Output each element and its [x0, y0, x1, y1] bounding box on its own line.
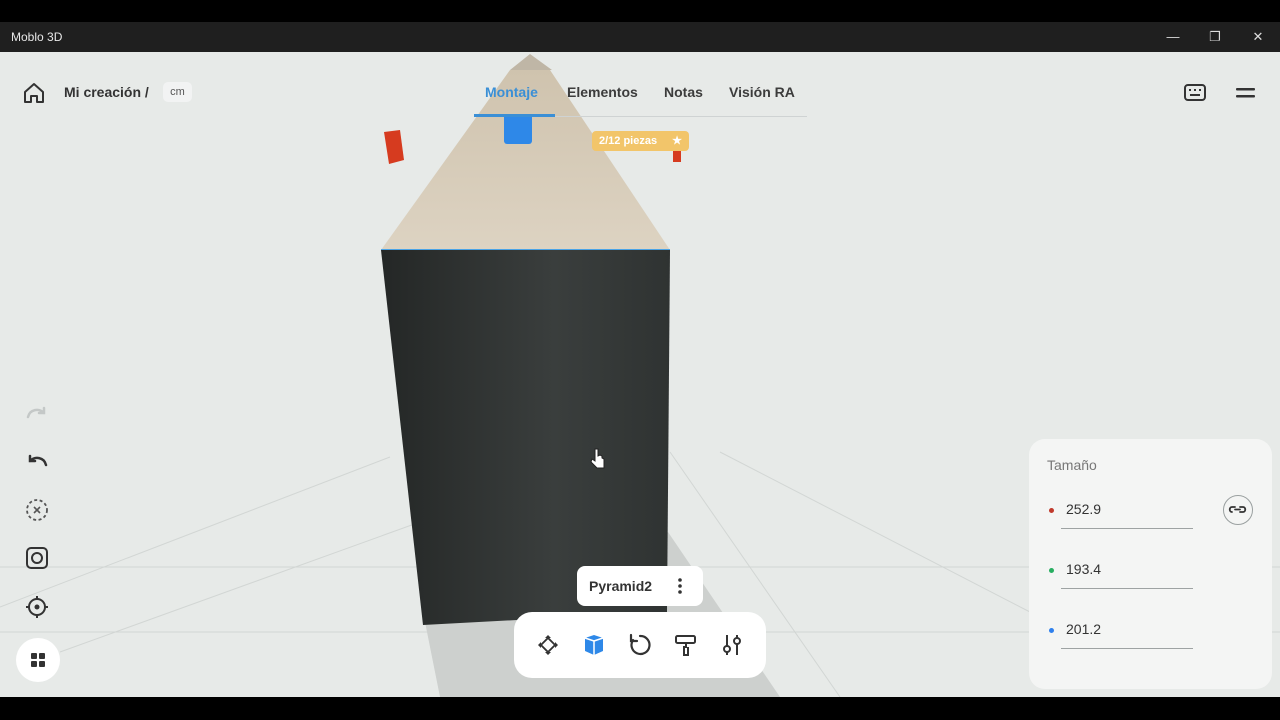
- tab-elementos[interactable]: Elementos: [567, 84, 638, 100]
- rotate-icon: [629, 633, 651, 656]
- menu-button[interactable]: [1235, 84, 1257, 107]
- object-name: Pyramid2: [589, 578, 653, 594]
- selected-object-label[interactable]: Pyramid2: [577, 566, 703, 606]
- cube-color-icon: [584, 635, 604, 655]
- redo-button[interactable]: [24, 400, 50, 426]
- restore-icon[interactable]: ❐: [1204, 28, 1226, 46]
- unit-badge[interactable]: cm: [163, 82, 192, 102]
- window-titlebar: Moblo 3D — ❐ ✕: [0, 22, 1280, 52]
- minimize-icon[interactable]: —: [1162, 28, 1184, 46]
- dimension-z-value[interactable]: 201.2: [1066, 621, 1101, 637]
- z-axis-dot: [1049, 628, 1054, 633]
- field-underline: [1061, 528, 1193, 529]
- recenter-icon: [26, 596, 48, 618]
- dimension-y-value[interactable]: 193.4: [1066, 561, 1101, 577]
- paint-button[interactable]: [673, 632, 699, 658]
- pieces-count: 2/12 piezas: [599, 135, 658, 147]
- tab-montaje[interactable]: Montaje: [485, 84, 538, 100]
- dimension-z-field[interactable]: 201.2: [1047, 614, 1195, 650]
- pieces-badge[interactable]: 2/12 piezas ★: [592, 131, 689, 151]
- dimension-x-value[interactable]: 252.9: [1066, 501, 1101, 517]
- star-icon: ★: [672, 135, 682, 147]
- link-icon: [1228, 506, 1247, 513]
- material-button[interactable]: [581, 632, 607, 658]
- redo-icon: [26, 406, 46, 419]
- move-button[interactable]: [535, 632, 561, 658]
- x-axis-dot: [1049, 508, 1054, 513]
- menu-icon: [1236, 88, 1255, 98]
- blue-part[interactable]: [504, 114, 532, 144]
- keyboard-icon: [1184, 84, 1206, 101]
- screenshot-button[interactable]: [24, 545, 50, 571]
- home-button[interactable]: [22, 81, 46, 105]
- camera-icon: [26, 547, 48, 569]
- home-icon: [24, 83, 44, 103]
- y-axis-dot: [1049, 568, 1054, 573]
- lock-proportions-button[interactable]: [1223, 495, 1253, 525]
- tab-vision-ra[interactable]: Visión RA: [729, 84, 795, 100]
- active-tab-indicator: [474, 114, 555, 117]
- move-icon: [538, 635, 558, 655]
- tab-bar: Montaje Elementos Notas Visión RA: [474, 80, 807, 117]
- field-underline: [1061, 648, 1193, 649]
- tab-notas[interactable]: Notas: [664, 84, 703, 100]
- deselect-icon: [26, 499, 48, 521]
- object-toolbar: [514, 612, 766, 678]
- catalog-button[interactable]: [16, 638, 60, 682]
- top-tip: [510, 54, 552, 70]
- dimension-y-field[interactable]: 193.4: [1047, 554, 1195, 590]
- dimension-x-field[interactable]: 252.9: [1047, 494, 1195, 530]
- 3d-viewport[interactable]: Mi creación / cm Montaje Elementos Notas…: [0, 52, 1280, 697]
- size-panel-title: Tamaño: [1047, 457, 1097, 473]
- size-panel: Tamaño 252.9 193.4 201.2: [1029, 439, 1272, 689]
- keyboard-button[interactable]: [1183, 82, 1207, 109]
- sliders-icon: [723, 635, 741, 655]
- paint-roller-icon: [675, 635, 696, 656]
- app-title: Moblo 3D: [11, 30, 63, 44]
- field-underline: [1061, 588, 1193, 589]
- undo-button[interactable]: [24, 448, 50, 474]
- more-options-icon[interactable]: [675, 576, 685, 596]
- adjust-button[interactable]: [719, 632, 745, 658]
- grid-icon: [31, 653, 45, 667]
- recenter-button[interactable]: [24, 594, 50, 620]
- breadcrumb[interactable]: Mi creación /: [64, 84, 149, 100]
- red-part-left[interactable]: [384, 130, 404, 164]
- undo-icon: [28, 454, 48, 467]
- rotate-button[interactable]: [627, 632, 653, 658]
- close-icon[interactable]: ✕: [1247, 28, 1269, 46]
- red-part-right[interactable]: [673, 150, 681, 162]
- deselect-button[interactable]: [24, 497, 50, 523]
